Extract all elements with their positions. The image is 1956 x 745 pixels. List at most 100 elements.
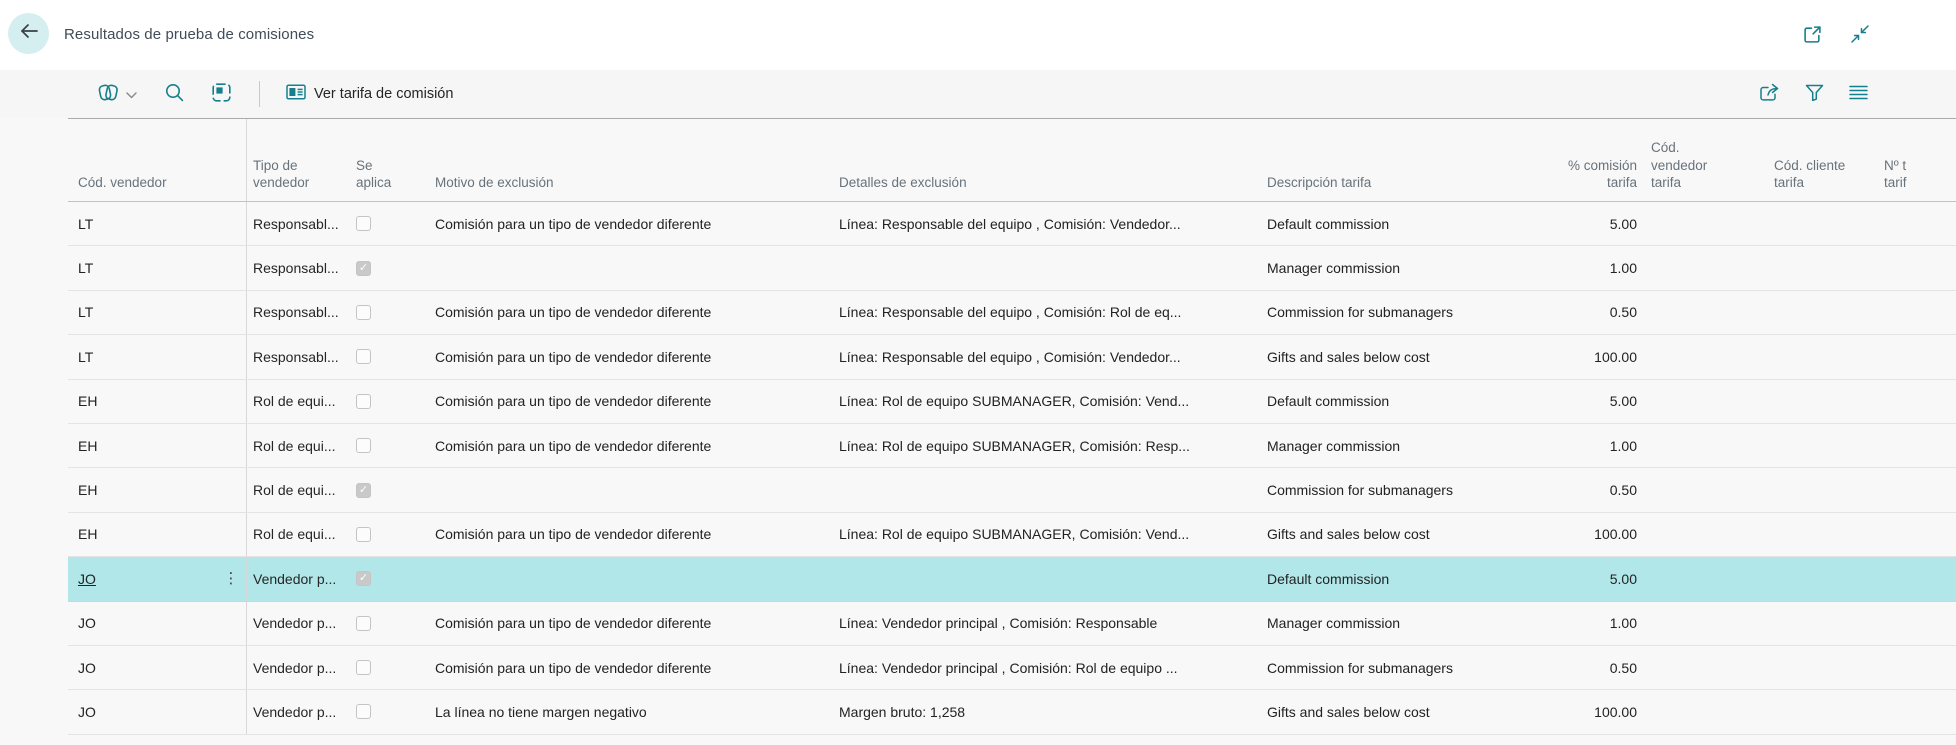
table-row[interactable]: LT ⋮ Responsabl... Comisión para un tipo…	[68, 202, 1956, 247]
cell-vendor-code[interactable]: EH	[68, 513, 216, 556]
checkbox-icon[interactable]	[356, 216, 371, 232]
table-row[interactable]: JO ⋮ Vendedor p... Default commission 5.…	[68, 557, 1956, 602]
cell-vendor-code[interactable]: EH	[68, 424, 216, 467]
back-button[interactable]	[8, 13, 49, 54]
column-header-rate-commission-pct[interactable]: % comisión tarifa	[1567, 119, 1645, 201]
checkbox-icon[interactable]	[356, 482, 371, 498]
related-pages-button[interactable]	[96, 82, 137, 107]
table-row[interactable]: EH ⋮ Rol de equi... Comisión para un tip…	[68, 423, 1956, 469]
vendor-code-link[interactable]: EH	[78, 438, 97, 454]
cell-vendor-code[interactable]: JO	[68, 557, 216, 600]
row-options-menu[interactable]: ⋮	[216, 690, 246, 733]
cell-rate-customer-code	[1766, 246, 1878, 289]
list-options-button[interactable]	[1849, 85, 1868, 103]
cell-applies[interactable]	[356, 602, 435, 645]
cell-rate-description: Manager commission	[1267, 437, 1401, 454]
cell-applies[interactable]	[356, 380, 435, 423]
table-row[interactable]: LT ⋮ Responsabl... Comisión para un tipo…	[68, 335, 1956, 380]
row-options-menu[interactable]: ⋮	[216, 602, 246, 645]
checkbox-icon[interactable]	[356, 260, 371, 276]
row-options-menu[interactable]: ⋮	[216, 468, 246, 511]
column-header-rate-description[interactable]: Descripción tarifa	[1267, 119, 1567, 201]
checkbox-icon[interactable]	[356, 615, 371, 631]
cell-rate-commission-pct: 1.00	[1609, 260, 1637, 277]
cell-applies[interactable]	[356, 291, 435, 334]
row-options-menu[interactable]: ⋮	[216, 424, 246, 467]
cell-vendor-code[interactable]: LT	[68, 246, 216, 289]
row-options-menu[interactable]: ⋮	[216, 513, 246, 556]
cell-vendor-code[interactable]: JO	[68, 646, 216, 689]
table-row[interactable]: LT ⋮ Responsabl... Manager commission 1.…	[68, 246, 1956, 291]
checkbox-icon[interactable]	[356, 438, 371, 454]
vendor-code-link[interactable]: LT	[78, 216, 93, 232]
row-options-menu[interactable]: ⋮	[216, 246, 246, 289]
vendor-code-link[interactable]: JO	[78, 660, 96, 676]
checkbox-icon[interactable]	[356, 393, 371, 409]
cell-applies[interactable]	[356, 646, 435, 689]
cell-vendor-code[interactable]: LT	[68, 291, 216, 334]
vendor-code-link[interactable]: LT	[78, 349, 93, 365]
cell-vendor-code[interactable]: LT	[68, 335, 216, 378]
cell-applies[interactable]	[356, 202, 435, 245]
cell-applies[interactable]	[356, 557, 435, 600]
analyze-button[interactable]	[212, 83, 231, 105]
row-options-menu[interactable]: ⋮	[216, 202, 246, 245]
cell-rate-description: Manager commission	[1267, 260, 1401, 277]
vendor-code-link[interactable]: JO	[78, 571, 96, 587]
view-commission-rate-button[interactable]: Ver tarifa de comisión	[286, 84, 453, 104]
cell-applies[interactable]	[356, 246, 435, 289]
column-header-vendor-type[interactable]: Tipo de vendedor	[246, 119, 356, 201]
cell-applies[interactable]	[356, 424, 435, 467]
column-header-exclusion-reason[interactable]: Motivo de exclusión	[435, 119, 839, 201]
column-header-rate-number[interactable]: Nº t tarif	[1878, 119, 1956, 201]
cell-vendor-code[interactable]: EH	[68, 380, 216, 423]
table-row[interactable]: JO ⋮ Vendedor p... La línea no tiene mar…	[68, 690, 1956, 735]
checkbox-icon[interactable]	[356, 571, 371, 587]
row-options-menu[interactable]: ⋮	[216, 380, 246, 423]
row-options-menu[interactable]: ⋮	[216, 646, 246, 689]
open-in-new-window-button[interactable]	[1803, 25, 1822, 47]
table-row[interactable]: LT ⋮ Responsabl... Comisión para un tipo…	[68, 290, 1956, 336]
cell-vendor-code[interactable]: JO	[68, 602, 216, 645]
vendor-code-link[interactable]: EH	[78, 526, 97, 542]
cell-applies[interactable]	[356, 468, 435, 511]
row-options-menu[interactable]: ⋮	[216, 335, 246, 378]
checkbox-icon[interactable]	[356, 349, 371, 365]
cell-exclusion-details: Línea: Responsable del equipo , Comisión…	[839, 304, 1182, 321]
column-header-applies[interactable]: Se aplica	[356, 119, 435, 201]
vendor-code-link[interactable]: EH	[78, 393, 97, 409]
cell-exclusion-details: Línea: Responsable del equipo , Comisión…	[839, 348, 1181, 365]
column-header-rate-customer-code[interactable]: Cód. cliente tarifa	[1766, 119, 1878, 201]
vendor-code-link[interactable]: LT	[78, 304, 93, 320]
share-button[interactable]	[1759, 83, 1780, 105]
vendor-code-link[interactable]: JO	[78, 615, 96, 631]
checkbox-icon[interactable]	[356, 704, 371, 720]
cell-rate-number	[1878, 690, 1956, 733]
cell-vendor-code[interactable]: LT	[68, 202, 216, 245]
checkbox-icon[interactable]	[356, 304, 371, 320]
column-header-exclusion-details[interactable]: Detalles de exclusión	[839, 119, 1267, 201]
vendor-code-link[interactable]: LT	[78, 260, 93, 276]
table-row[interactable]: EH ⋮ Rol de equi... Comisión para un tip…	[68, 512, 1956, 558]
column-header-rate-vendor-code[interactable]: Cód. vendedor tarifa	[1645, 119, 1766, 201]
table-row[interactable]: JO ⋮ Vendedor p... Comisión para un tipo…	[68, 601, 1956, 646]
cell-applies[interactable]	[356, 335, 435, 378]
table-row[interactable]: JO ⋮ Vendedor p... Comisión para un tipo…	[68, 645, 1956, 691]
checkbox-icon[interactable]	[356, 660, 371, 676]
checkbox-icon[interactable]	[356, 526, 371, 542]
vendor-code-link[interactable]: EH	[78, 482, 97, 498]
cell-applies[interactable]	[356, 513, 435, 556]
analyze-icon	[212, 83, 231, 105]
vendor-code-link[interactable]: JO	[78, 704, 96, 720]
cell-vendor-code[interactable]: EH	[68, 468, 216, 511]
table-row[interactable]: EH ⋮ Rol de equi... Comisión para un tip…	[68, 379, 1956, 424]
collapse-page-button[interactable]	[1850, 24, 1870, 47]
cell-applies[interactable]	[356, 690, 435, 733]
column-header-vendor-code[interactable]: Cód. vendedor	[68, 119, 216, 201]
search-button[interactable]	[165, 83, 184, 105]
table-row[interactable]: EH ⋮ Rol de equi... Commission for subma…	[68, 468, 1956, 513]
row-options-menu[interactable]: ⋮	[216, 557, 246, 600]
filter-button[interactable]	[1805, 84, 1824, 104]
cell-vendor-code[interactable]: JO	[68, 690, 216, 733]
row-options-menu[interactable]: ⋮	[216, 291, 246, 334]
